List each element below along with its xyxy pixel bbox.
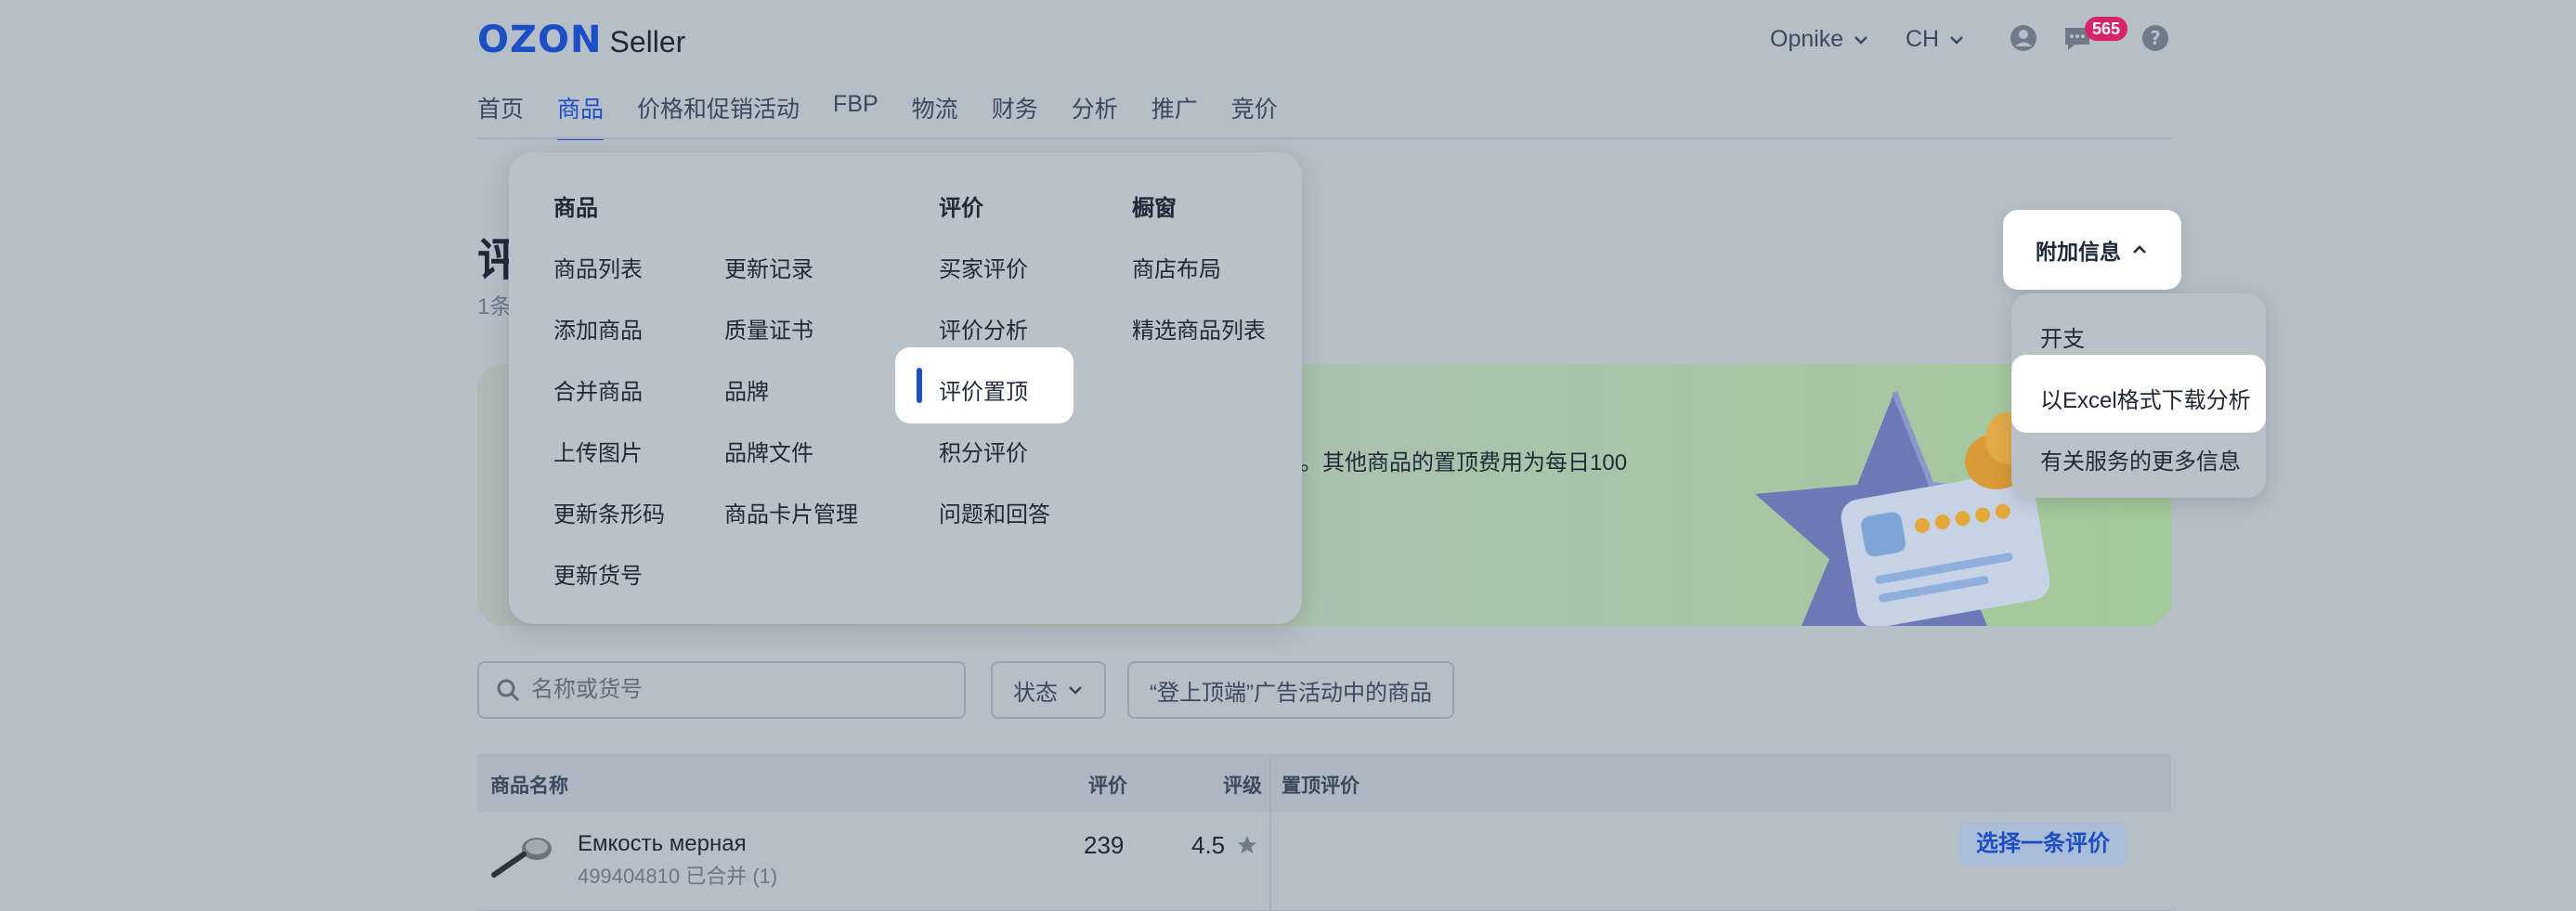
menu-item-points-for-reviews[interactable]: 积分评价 xyxy=(939,435,1028,467)
search-icon xyxy=(497,679,520,702)
menu-item-brands[interactable]: 品牌 xyxy=(724,373,769,406)
account-name: Opnike xyxy=(1770,26,1844,52)
column-pinned-review: 置顶评价 xyxy=(1281,775,1360,797)
product-sku: 499404810 已合并 (1) xyxy=(578,865,778,888)
language-dropdown[interactable]: CH xyxy=(1906,26,1965,53)
help-icon[interactable]: ? xyxy=(2140,22,2171,54)
column-reviews[interactable]: 评价 xyxy=(1088,771,1127,799)
logo-brand: OZON xyxy=(477,19,603,61)
product-thumbnail[interactable] xyxy=(488,828,557,882)
menu-item-update-sku[interactable]: 更新货号 xyxy=(553,557,643,590)
nav-analytics[interactable]: 分析 xyxy=(1072,91,1118,140)
nav-divider xyxy=(477,137,2171,139)
chevron-down-icon xyxy=(1854,35,1868,45)
menu-item-upload-images[interactable]: 上传图片 xyxy=(553,435,643,467)
menu-item-card-management[interactable]: 商品卡片管理 xyxy=(724,496,858,528)
nav-logistics[interactable]: 物流 xyxy=(912,91,958,140)
status-filter-label: 状态 xyxy=(1013,680,1058,706)
chevron-down-icon xyxy=(1069,686,1082,695)
messages-count-badge: 565 xyxy=(2085,17,2128,41)
rating-value: 4.5 xyxy=(1191,831,1226,859)
account-dropdown[interactable]: Opnike xyxy=(1770,26,1869,53)
menu-heading-products: 商品 xyxy=(553,196,598,221)
search-box[interactable] xyxy=(477,661,966,719)
main-nav: 首页 商品 价格和促销活动 FBP 物流 财务 分析 推广 竞价 xyxy=(477,91,1311,140)
menu-item-review-analytics[interactable]: 评价分析 xyxy=(939,312,1028,345)
menu-active-indicator xyxy=(917,368,922,403)
logo-product: Seller xyxy=(609,25,686,59)
menu-item-product-list[interactable]: 商品列表 xyxy=(553,251,643,283)
ozon-seller-logo[interactable]: OZON Seller xyxy=(477,19,685,65)
review-count: 239 xyxy=(1084,831,1125,859)
additional-info-label: 附加信息 xyxy=(2036,240,2121,264)
profile-icon[interactable] xyxy=(2008,22,2039,54)
promo-campaign-filter[interactable]: “登上顶端”广告活动中的商品 xyxy=(1127,661,1454,719)
menu-heading-reviews: 评价 xyxy=(939,196,983,221)
menu-item-questions-answers[interactable]: 问题和回答 xyxy=(939,496,1050,528)
nav-promotion[interactable]: 推广 xyxy=(1151,91,1198,140)
column-rating[interactable]: 评级 xyxy=(1223,771,1262,799)
menu-item-download-excel[interactable]: 以Excel格式下载分析 xyxy=(2040,382,2251,414)
nav-products[interactable]: 商品 xyxy=(557,91,605,140)
banner-text: 。其他商品的置顶费用为每日100 xyxy=(1300,450,1628,475)
menu-item-update-barcodes[interactable]: 更新条形码 xyxy=(553,496,665,528)
menu-item-service-info[interactable]: 有关服务的更多信息 xyxy=(2040,443,2241,475)
menu-item-store-layout[interactable]: 商店布局 xyxy=(1132,251,1221,283)
additional-info-button[interactable]: 附加信息 xyxy=(2003,210,2181,290)
page-subtitle: 1条 xyxy=(477,294,513,319)
menu-item-expenses[interactable]: 开支 xyxy=(2040,320,2085,353)
nav-finance[interactable]: 财务 xyxy=(992,91,1038,140)
chevron-up-icon xyxy=(2133,245,2146,254)
nav-pricing-promo[interactable]: 价格和促销活动 xyxy=(637,91,800,140)
menu-item-brand-documents[interactable]: 品牌文件 xyxy=(724,435,813,467)
chevron-down-icon xyxy=(1950,35,1963,45)
menu-item-add-product[interactable]: 添加商品 xyxy=(553,312,643,345)
svg-text:?: ? xyxy=(2150,27,2161,49)
column-divider xyxy=(1269,754,1271,910)
language-code: CH xyxy=(1906,26,1940,52)
menu-item-featured-products[interactable]: 精选商品列表 xyxy=(1132,312,1266,345)
menu-item-update-history[interactable]: 更新记录 xyxy=(724,251,813,283)
column-product-name[interactable]: 商品名称 xyxy=(490,771,568,799)
status-filter[interactable]: 状态 xyxy=(991,661,1106,719)
select-review-button[interactable]: 选择一条评价 xyxy=(1959,823,2127,865)
search-input[interactable] xyxy=(529,676,942,704)
nav-home[interactable]: 首页 xyxy=(477,91,524,140)
menu-item-pinned-reviews[interactable]: 评价置顶 xyxy=(939,373,1028,406)
nav-fbp[interactable]: FBP xyxy=(833,91,878,140)
menu-item-merge-products[interactable]: 合并商品 xyxy=(553,373,643,406)
star-icon xyxy=(1238,836,1256,853)
menu-heading-showcase: 橱窗 xyxy=(1132,196,1177,221)
menu-item-buyer-reviews[interactable]: 买家评价 xyxy=(939,251,1028,283)
menu-item-quality-certificates[interactable]: 质量证书 xyxy=(724,312,813,345)
promo-campaign-filter-label: “登上顶端”广告活动中的商品 xyxy=(1150,680,1432,706)
nav-bidding[interactable]: 竞价 xyxy=(1231,91,1278,140)
product-name[interactable]: Емкость мерная xyxy=(578,831,747,857)
